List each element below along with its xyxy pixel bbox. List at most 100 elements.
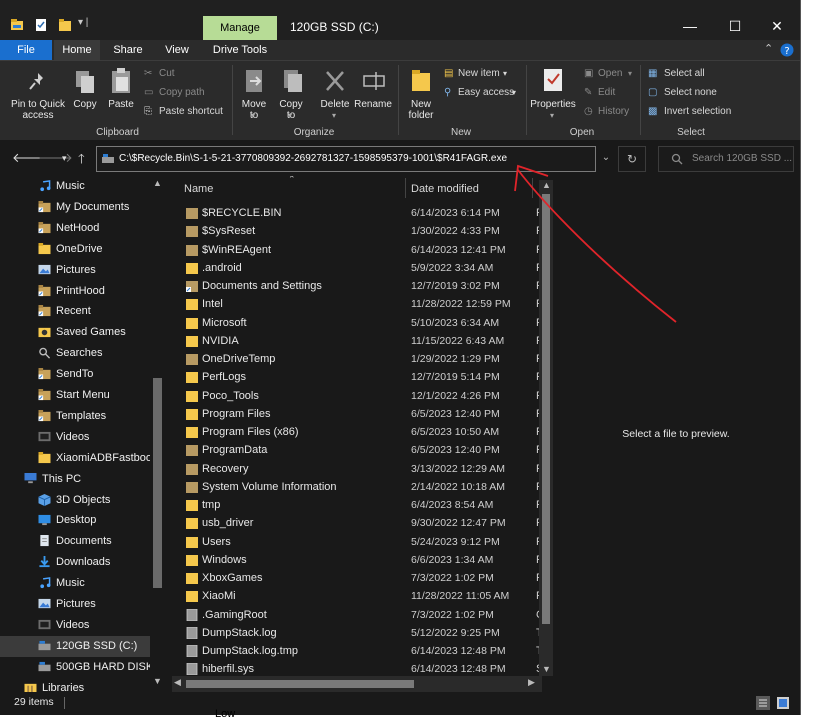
customize-quick-access-icon[interactable]: ▾ | (78, 17, 88, 28)
collapse-ribbon-icon[interactable]: ⌃ (764, 42, 773, 55)
file-row[interactable]: usb_driver9/30/2022 12:47 PMF (172, 514, 543, 532)
nav-item[interactable]: Music (0, 573, 150, 594)
up-arrow-icon[interactable]: 🡑 (78, 150, 85, 172)
file-row[interactable]: Windows6/6/2023 1:34 AMF (172, 551, 543, 569)
scroll-right-icon[interactable]: ▶ (528, 677, 535, 688)
file-row[interactable]: Recovery3/13/2022 12:29 AMF (172, 460, 543, 478)
scroll-up-icon[interactable]: ▲ (153, 178, 162, 188)
history-button[interactable]: History (598, 105, 629, 119)
nav-item[interactable]: 3D Objects (0, 490, 150, 511)
file-row[interactable]: Program Files (x86)6/5/2023 10:50 AMF (172, 423, 543, 441)
nav-item[interactable]: Desktop (0, 510, 150, 531)
nav-item[interactable]: OneDrive (0, 239, 150, 260)
nav-item[interactable]: Videos (0, 427, 150, 448)
nav-item[interactable]: 500GB HARD DISK (E (0, 657, 150, 678)
nav-item[interactable]: PrintHood (0, 281, 150, 302)
navigation-scroll-thumb[interactable] (153, 378, 162, 588)
column-header-name[interactable]: Name (184, 178, 213, 200)
nav-item[interactable]: Pictures (0, 260, 150, 281)
file-row[interactable]: $SysReset1/30/2022 4:33 PMF (172, 222, 543, 240)
nav-item[interactable]: Documents (0, 531, 150, 552)
file-row[interactable]: PerfLogs12/7/2019 5:14 PMF (172, 368, 543, 386)
file-row[interactable]: DumpStack.log.tmp6/14/2023 12:48 PMT (172, 642, 543, 660)
scroll-down-icon[interactable]: ▼ (542, 664, 551, 674)
tab-file[interactable]: File (0, 40, 52, 60)
cut-button[interactable]: Cut (159, 67, 175, 81)
search-box[interactable]: Search 120GB SSD ... (658, 146, 794, 172)
properties-button[interactable]: Properties (528, 99, 578, 110)
copy-path-button[interactable]: Copy path (159, 86, 205, 100)
column-divider[interactable] (532, 178, 533, 198)
nav-item[interactable]: Templates (0, 406, 150, 427)
file-row[interactable]: Program Files6/5/2023 12:40 PMF (172, 405, 543, 423)
nav-item[interactable]: 120GB SSD (C:) (0, 635, 150, 657)
nav-item[interactable]: Saved Games (0, 322, 150, 343)
file-row[interactable]: OneDriveTemp1/29/2022 1:29 PMF (172, 350, 543, 368)
horizontal-scroll-thumb[interactable] (186, 680, 414, 688)
rename-button[interactable]: Rename (352, 99, 394, 110)
file-row[interactable]: XiaoMi11/28/2022 11:05 AMF (172, 587, 543, 605)
tab-manage[interactable]: Manage (203, 16, 277, 40)
tab-share[interactable]: Share (106, 40, 150, 60)
file-row[interactable]: tmp6/4/2023 8:54 AMF (172, 496, 543, 514)
column-header-date-modified[interactable]: Date modified (411, 178, 479, 200)
nav-item[interactable]: NetHood (0, 218, 150, 239)
nav-item[interactable]: Start Menu (0, 385, 150, 406)
file-row[interactable]: System Volume Information 2/14/2022 10:18… (172, 478, 543, 496)
file-row[interactable]: XboxGames7/3/2022 1:02 PMF (172, 569, 543, 587)
invert-selection-button[interactable]: Invert selection (664, 105, 731, 119)
tab-drive-tools[interactable]: Drive Tools (206, 40, 274, 60)
paste-button[interactable]: Paste (104, 99, 138, 110)
file-list-scroll-thumb[interactable] (542, 194, 550, 624)
open-button[interactable]: Open (598, 67, 622, 81)
scroll-left-icon[interactable]: ◀ (174, 677, 181, 688)
file-row[interactable]: ProgramData6/5/2023 12:40 PMF (172, 441, 543, 459)
nav-item[interactable]: Recent (0, 301, 150, 322)
nav-item[interactable]: Downloads (0, 552, 150, 573)
scroll-down-icon[interactable]: ▼ (153, 676, 162, 686)
address-input[interactable] (119, 147, 589, 171)
column-divider[interactable] (405, 178, 406, 198)
copy-button[interactable]: Copy (68, 99, 102, 110)
nav-item[interactable]: Pictures (0, 594, 150, 615)
new-item-button[interactable]: New item (458, 67, 500, 81)
file-row[interactable]: Documents and Settings12/7/2019 3:02 PMF (172, 277, 543, 295)
nav-item[interactable]: My Documents (0, 197, 150, 218)
easy-access-button[interactable]: Easy access (458, 86, 514, 100)
file-row[interactable]: .GamingRoot7/3/2022 1:02 PMG (172, 606, 545, 624)
minimize-button[interactable]: — (675, 14, 705, 38)
address-bar[interactable] (96, 146, 596, 172)
scroll-up-icon[interactable]: ▲ (542, 180, 551, 190)
new-folder-button[interactable]: New folder (402, 99, 440, 121)
refresh-button[interactable]: ↻ (618, 146, 646, 172)
nav-item[interactable]: Libraries (0, 678, 150, 692)
properties-icon[interactable] (34, 18, 48, 32)
file-row[interactable]: Users5/24/2023 9:12 PMF (172, 533, 543, 551)
tab-home[interactable]: Home (54, 40, 100, 60)
file-row[interactable]: $WinREAgent6/14/2023 12:41 PMF (172, 241, 543, 259)
tab-view[interactable]: View (156, 40, 198, 60)
file-row[interactable]: $RECYCLE.BIN6/14/2023 6:14 PMF (172, 204, 543, 222)
nav-item[interactable]: This PC (0, 469, 150, 490)
new-folder-icon[interactable] (58, 18, 72, 32)
nav-item[interactable]: Videos (0, 615, 150, 636)
file-row[interactable]: Poco_Tools12/1/2022 4:26 PMF (172, 387, 543, 405)
file-list-vertical-scrollbar[interactable]: ▲ ▼ (539, 180, 553, 676)
nav-item[interactable]: SendTo (0, 364, 150, 385)
file-row[interactable]: Intel11/28/2022 12:59 PMF (172, 295, 543, 313)
file-row[interactable]: Microsoft5/10/2023 6:34 AMF (172, 314, 543, 332)
address-dropdown-chevron-icon[interactable]: ⌄ (596, 150, 616, 170)
paste-shortcut-button[interactable]: Paste shortcut (159, 105, 223, 119)
select-none-button[interactable]: Select none (664, 86, 717, 100)
file-row[interactable]: .android5/9/2022 3:34 AMF (172, 259, 543, 277)
file-list-horizontal-scrollbar[interactable]: ◀ ▶ (172, 676, 542, 692)
nav-item[interactable]: Music (0, 176, 150, 197)
forward-arrow-icon[interactable]: 🡒 (38, 150, 73, 166)
nav-item[interactable]: XiaomiADBFastboot (0, 448, 150, 469)
file-row[interactable]: NVIDIA11/15/2022 6:43 AMF (172, 332, 543, 350)
edit-button[interactable]: Edit (598, 86, 615, 100)
close-button[interactable]: ✕ (762, 14, 792, 38)
recent-locations-chevron-icon[interactable]: ▾ (62, 153, 67, 164)
pin-to-quick-access-button[interactable]: Pin to Quick access (4, 99, 72, 121)
maximize-button[interactable]: ☐ (720, 14, 750, 38)
